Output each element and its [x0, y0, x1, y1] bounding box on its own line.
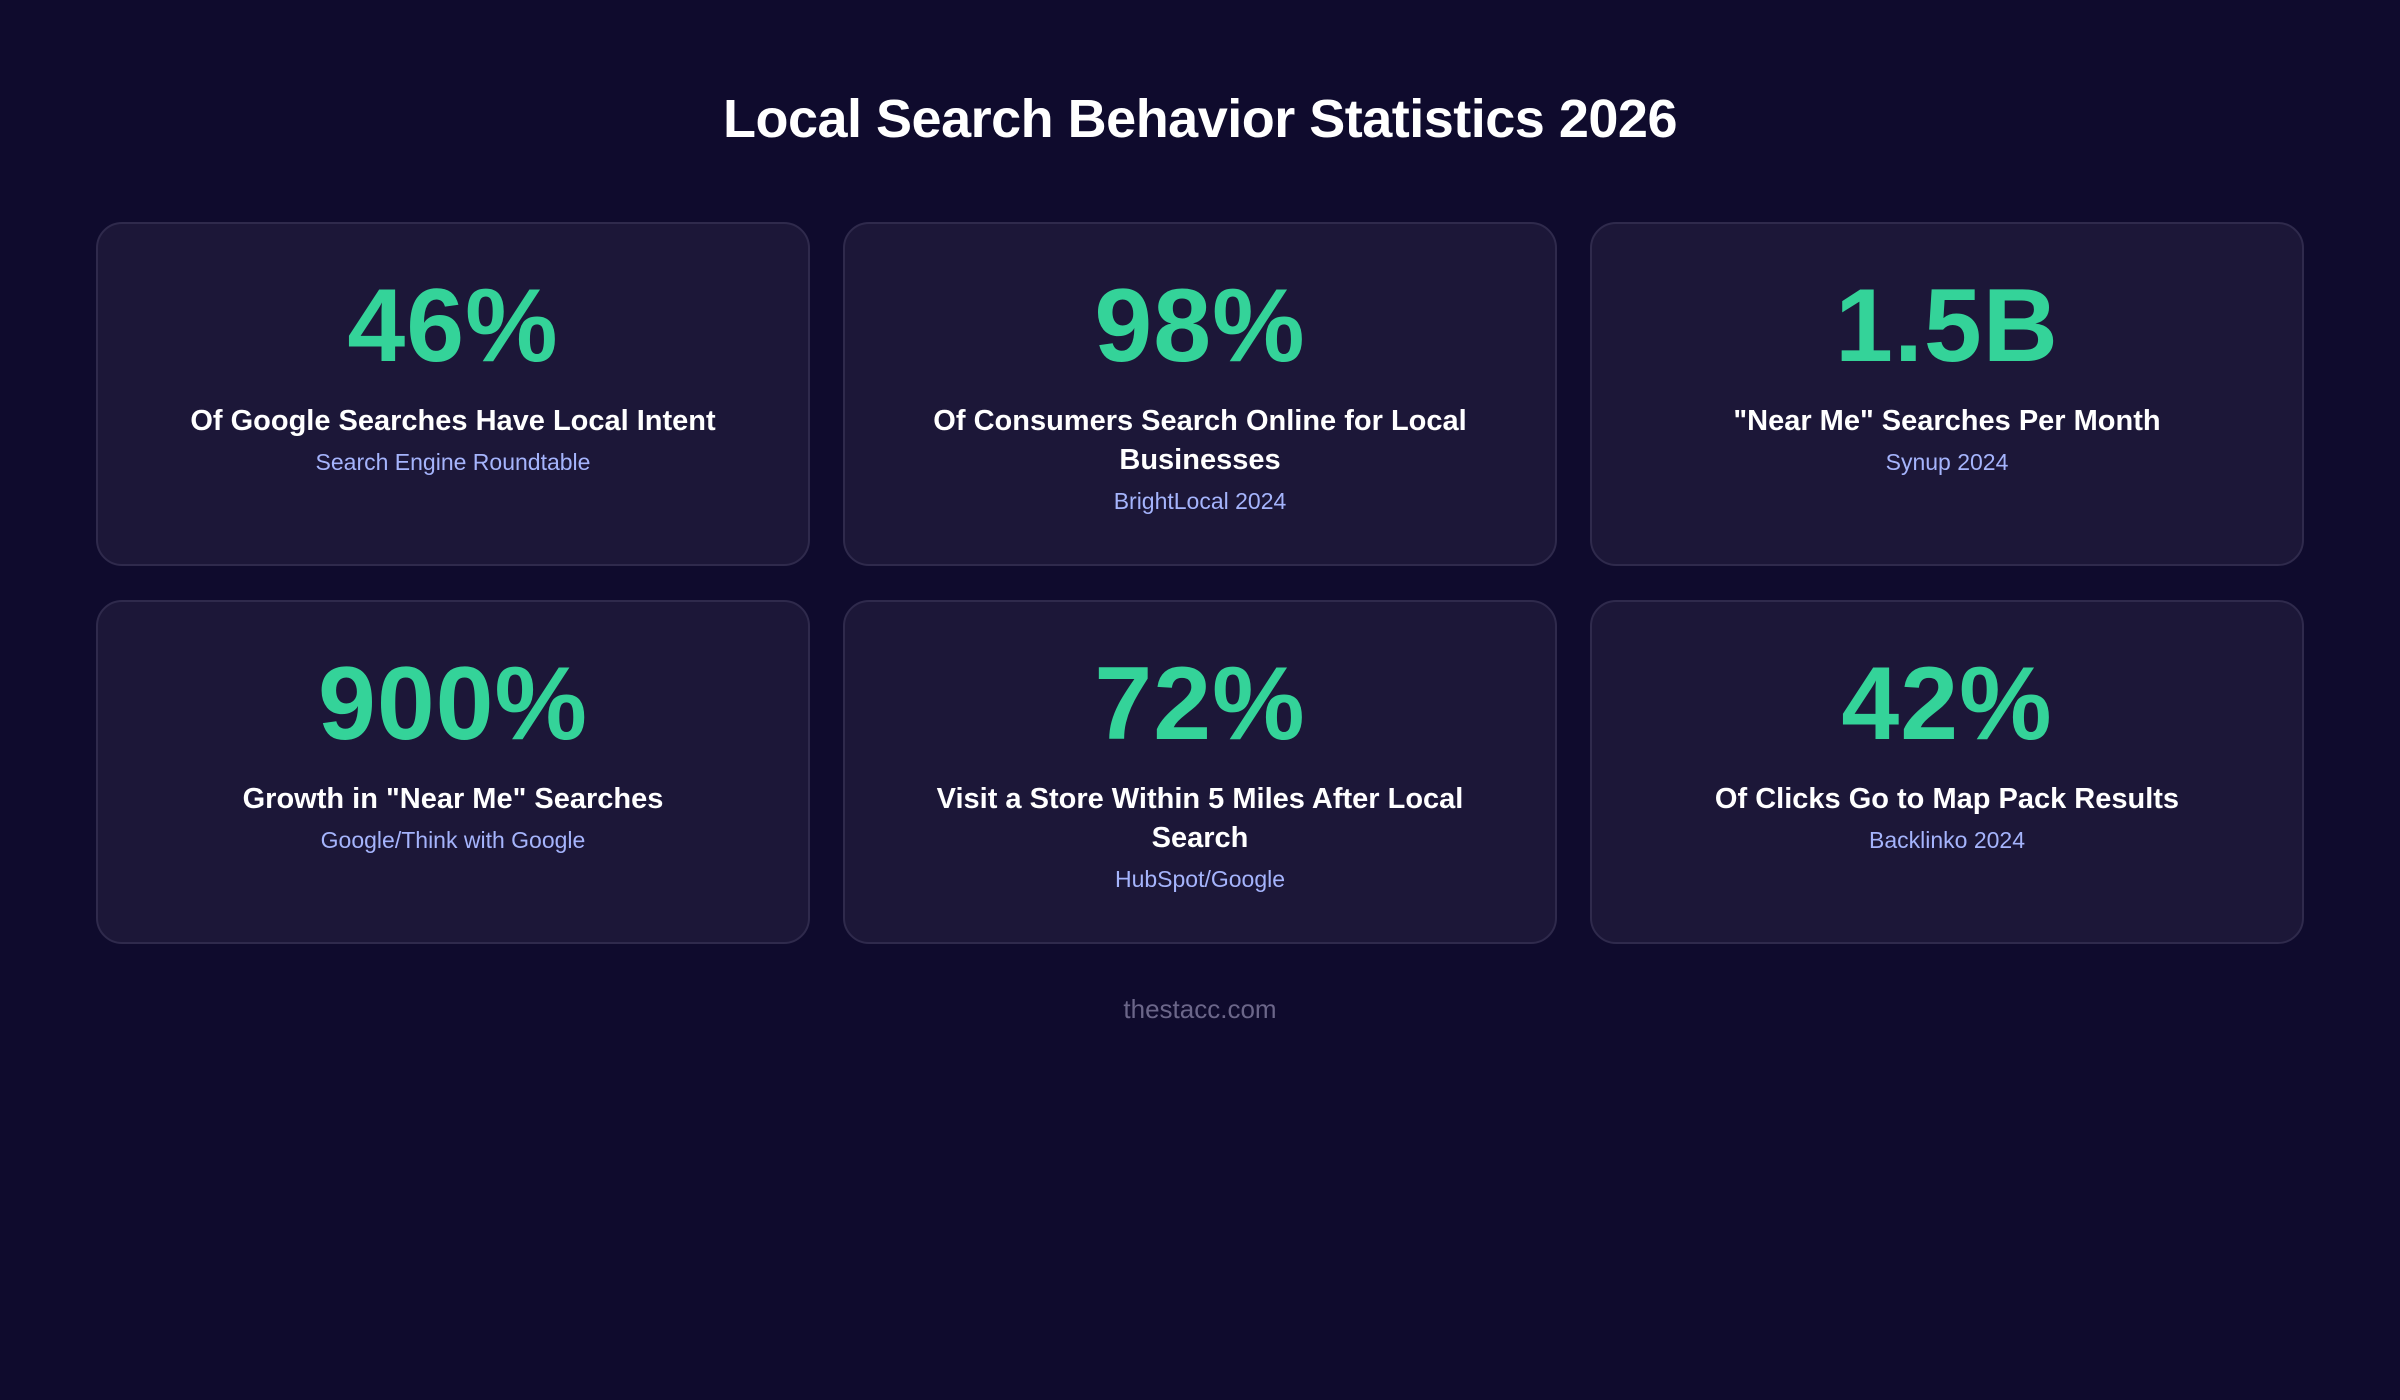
stat-value: 46%	[347, 268, 559, 384]
stat-label: Of Clicks Go to Map Pack Results	[1714, 783, 2180, 815]
stat-card: 1.5B "Near Me" Searches Per Month Synup …	[1590, 222, 2304, 566]
stat-card: 98% Of Consumers Search Online for Local…	[843, 222, 1557, 566]
stat-card: 42% Of Clicks Go to Map Pack Results Bac…	[1590, 600, 2304, 944]
stat-source: Search Engine Roundtable	[315, 449, 591, 476]
stat-label: "Near Me" Searches Per Month	[1733, 405, 2161, 437]
stat-value: 1.5B	[1835, 268, 2059, 384]
stat-card: 900% Growth in "Near Me" Searches Google…	[96, 600, 810, 944]
stat-card: 72% Visit a Store Within 5 Miles After L…	[843, 600, 1557, 944]
stat-source: HubSpot/Google	[1114, 866, 1286, 893]
footer-domain: thestacc.com	[1123, 994, 1277, 1024]
stat-value: 900%	[318, 646, 588, 762]
stat-value: 42%	[1841, 646, 2053, 762]
stat-source: Backlinko 2024	[1869, 827, 2025, 854]
page-title: Local Search Behavior Statistics 2026	[723, 89, 1677, 149]
stat-value: 72%	[1094, 646, 1306, 762]
stat-source: Google/Think with Google	[320, 827, 586, 854]
stat-label: Visit a Store Within 5 Miles After Local…	[936, 783, 1464, 855]
stat-card: 46% Of Google Searches Have Local Intent…	[96, 222, 810, 566]
stat-label: Growth in "Near Me" Searches	[242, 783, 664, 815]
stats-grid: 46% Of Google Searches Have Local Intent…	[96, 222, 2304, 944]
stat-value: 98%	[1094, 268, 1306, 384]
stat-label: Of Consumers Search Online for Local Bus…	[933, 405, 1467, 477]
stat-label: Of Google Searches Have Local Intent	[190, 405, 716, 437]
page: Local Search Behavior Statistics 2026 46…	[0, 0, 2400, 1400]
stat-source: BrightLocal 2024	[1113, 488, 1287, 515]
stat-source: Synup 2024	[1885, 449, 2009, 476]
